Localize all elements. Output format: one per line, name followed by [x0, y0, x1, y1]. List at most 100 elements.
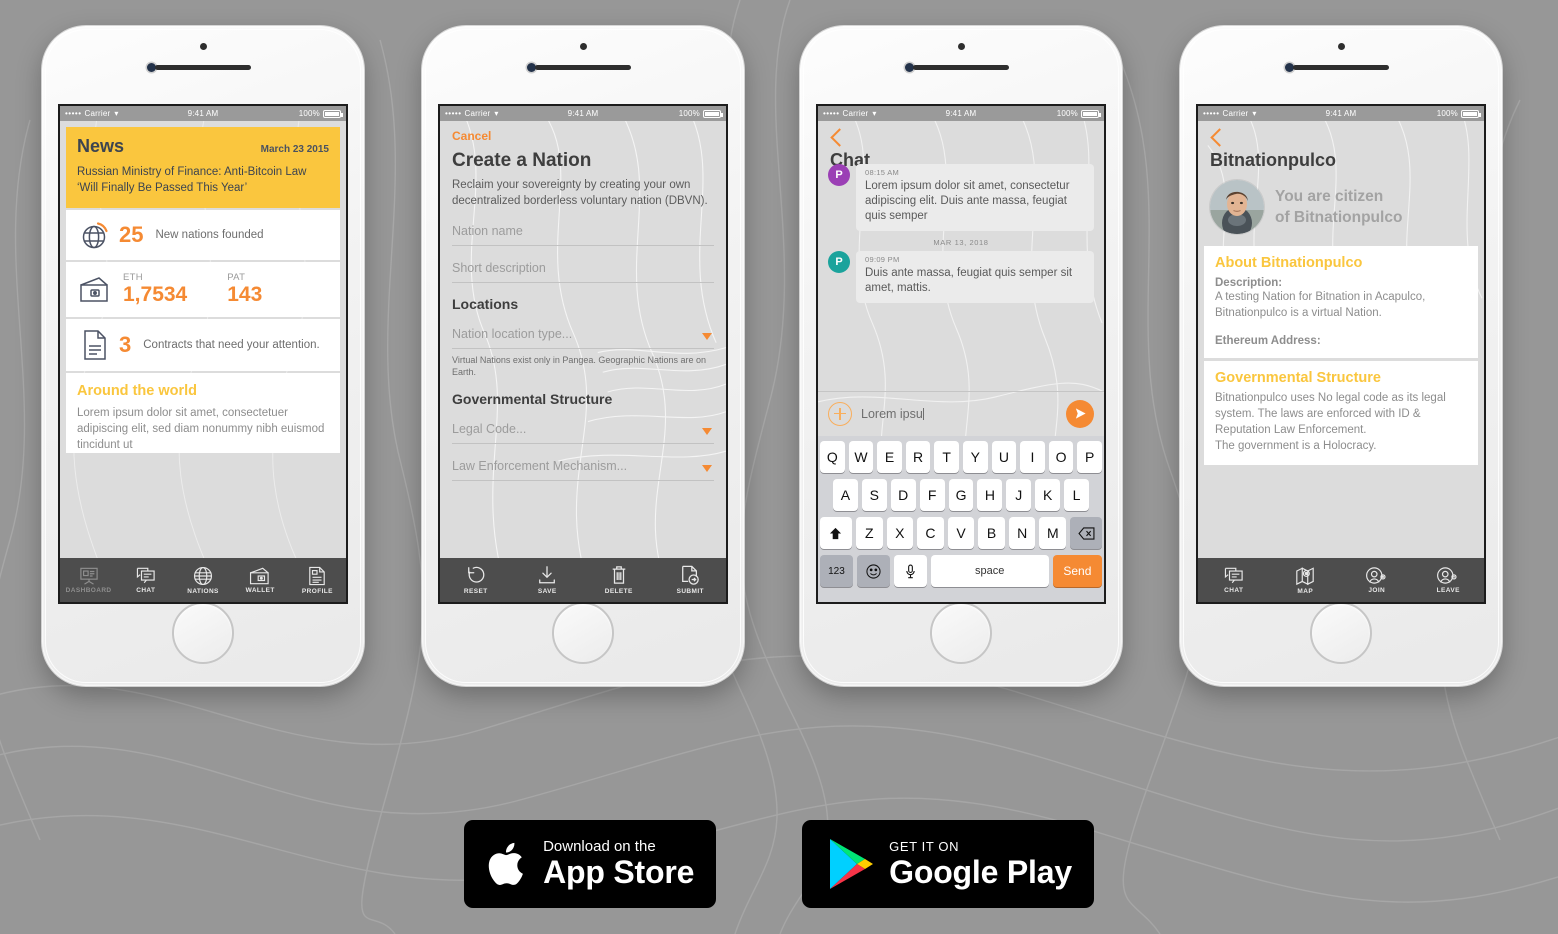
key-c[interactable]: C: [917, 517, 944, 549]
tab-leave[interactable]: LEAVE: [1413, 566, 1485, 594]
store-badges: Download on the App Store GET IT ON Goog…: [0, 820, 1558, 908]
save-label: SAVE: [537, 588, 557, 595]
app-store-small-text: Download on the: [543, 837, 656, 855]
clock-label: 9:41 AM: [567, 109, 599, 118]
home-button[interactable]: [1310, 602, 1372, 664]
back-chevron-icon[interactable]: [1210, 128, 1229, 147]
key-i[interactable]: I: [1020, 441, 1045, 473]
day-separator: MAR 13, 2018: [933, 238, 989, 247]
tab-chat[interactable]: CHAT: [117, 567, 174, 594]
key-s[interactable]: S: [861, 479, 887, 511]
send-button[interactable]: [1066, 399, 1094, 428]
nation-name-placeholder: Nation name: [452, 224, 523, 238]
page-title: Bitnationpulco: [1210, 150, 1336, 170]
short-description-input[interactable]: Short description: [452, 259, 714, 283]
back-chevron-icon[interactable]: [830, 128, 849, 147]
backspace-key-icon[interactable]: [1070, 517, 1102, 549]
chat-message[interactable]: P 09:09 PM Duis ante massa, feugiat quis…: [828, 251, 1094, 303]
key-b[interactable]: B: [978, 517, 1005, 549]
key-m[interactable]: M: [1039, 517, 1067, 549]
shift-key-icon[interactable]: [820, 517, 852, 549]
stat-card-nations[interactable]: 25 New nations founded: [66, 210, 340, 260]
reset-button[interactable]: RESET: [440, 565, 512, 595]
home-button[interactable]: [172, 602, 234, 664]
key-r[interactable]: R: [905, 441, 931, 473]
citizen-banner: You are citizen of Bitnationpulco: [1198, 171, 1484, 246]
key-p[interactable]: P: [1077, 441, 1102, 473]
tab-chat[interactable]: CHAT: [1198, 567, 1270, 594]
save-button[interactable]: SAVE: [512, 565, 584, 595]
google-play-badge[interactable]: GET IT ON Google Play: [802, 820, 1094, 908]
send-key[interactable]: Send: [1052, 555, 1103, 587]
wallet-card[interactable]: ETH 1,7534 PAT 143: [66, 262, 340, 317]
tab-label-join: JOIN: [1368, 587, 1386, 594]
key-f[interactable]: F: [919, 479, 945, 511]
emoji-icon[interactable]: [856, 555, 890, 587]
chat-input[interactable]: Lorem ipsu: [861, 407, 1057, 421]
key-k[interactable]: K: [1035, 479, 1061, 511]
tab-map[interactable]: MAP: [1270, 566, 1342, 595]
around-the-world-body: Lorem ipsum dolor sit amet, consectetuer…: [77, 407, 325, 451]
location-type-select[interactable]: Nation location type...: [452, 325, 714, 349]
government-heading: Governmental Structure: [1215, 370, 1381, 386]
tab-profile[interactable]: PROFILE: [289, 566, 346, 595]
message-bubble: 09:09 PM Duis ante massa, feugiat quis s…: [856, 251, 1094, 303]
key-h[interactable]: H: [977, 479, 1003, 511]
section-locations-heading: Locations: [452, 296, 519, 312]
delete-button[interactable]: DELETE: [583, 565, 655, 595]
tab-dashboard[interactable]: DASHBOARD: [60, 567, 117, 594]
numbers-key[interactable]: 123: [820, 555, 853, 587]
chevron-down-icon: [702, 465, 712, 472]
key-a[interactable]: A: [833, 479, 858, 511]
key-o[interactable]: O: [1048, 441, 1074, 473]
proximity-sensor: [1337, 43, 1345, 50]
key-y[interactable]: Y: [963, 441, 988, 473]
keyboard-row-4: 123 space Send: [820, 555, 1103, 587]
phone-chat: ••••• Carrier ▾ 9:41 AM 100% Chat P 08:1…: [800, 26, 1122, 686]
key-x[interactable]: X: [886, 517, 914, 549]
tab-nations[interactable]: NATIONS: [174, 566, 231, 595]
tab-join[interactable]: JOIN: [1341, 566, 1413, 594]
key-v[interactable]: V: [947, 517, 975, 549]
key-g[interactable]: G: [948, 479, 974, 511]
app-store-badge[interactable]: Download on the App Store: [464, 820, 717, 908]
key-j[interactable]: J: [1006, 479, 1032, 511]
nation-name-input[interactable]: Nation name: [452, 222, 714, 246]
chat-input-value: Lorem ipsu: [861, 406, 923, 421]
legal-code-select[interactable]: Legal Code...: [452, 420, 714, 444]
key-t[interactable]: T: [934, 441, 959, 473]
ethereum-address-label: Ethereum Address:: [1215, 335, 1321, 347]
location-hint-text: Virtual Nations exist only in Pangea. Ge…: [452, 355, 706, 377]
chat-message[interactable]: P 08:15 AM Lorem ipsum dolor sit amet, c…: [828, 164, 1094, 231]
wallet-col-eth: ETH 1,7534: [123, 272, 187, 307]
mic-icon[interactable]: [893, 555, 927, 587]
location-type-placeholder: Nation location type...: [452, 327, 573, 341]
about-heading: About Bitnationpulco: [1215, 255, 1363, 271]
tab-wallet[interactable]: WALLET: [232, 567, 289, 594]
google-play-icon: [830, 839, 874, 889]
submit-button[interactable]: SUBMIT: [655, 565, 727, 595]
key-e[interactable]: E: [877, 441, 902, 473]
key-l[interactable]: L: [1064, 479, 1090, 511]
plus-circle-icon[interactable]: [828, 401, 852, 426]
stat-card-contracts[interactable]: 3 Contracts that need your attention.: [66, 319, 340, 371]
message-text: Duis ante massa, feugiat quis semper sit…: [865, 267, 1073, 294]
space-key[interactable]: space: [930, 555, 1049, 587]
key-d[interactable]: D: [890, 479, 916, 511]
key-q[interactable]: Q: [820, 441, 845, 473]
google-play-large-text: Google Play: [889, 853, 1072, 890]
news-headline: Russian Ministry of Finance: Anti-Bitcoi…: [77, 166, 307, 194]
law-enforcement-select[interactable]: Law Enforcement Mechanism...: [452, 457, 714, 481]
news-card[interactable]: News March 23 2015 Russian Ministry of F…: [66, 127, 340, 208]
key-w[interactable]: W: [848, 441, 874, 473]
clock-label: 9:41 AM: [945, 109, 977, 118]
home-button[interactable]: [930, 602, 992, 664]
apple-logo-icon: [488, 842, 523, 885]
key-n[interactable]: N: [1008, 517, 1036, 549]
key-z[interactable]: Z: [855, 517, 883, 549]
keyboard-row-2: A S D F G H J K L: [820, 479, 1102, 511]
home-button[interactable]: [552, 602, 614, 664]
around-the-world-card[interactable]: Around the world Lorem ipsum dolor sit a…: [66, 373, 340, 453]
key-u[interactable]: U: [991, 441, 1017, 473]
cancel-button[interactable]: Cancel: [452, 129, 714, 143]
